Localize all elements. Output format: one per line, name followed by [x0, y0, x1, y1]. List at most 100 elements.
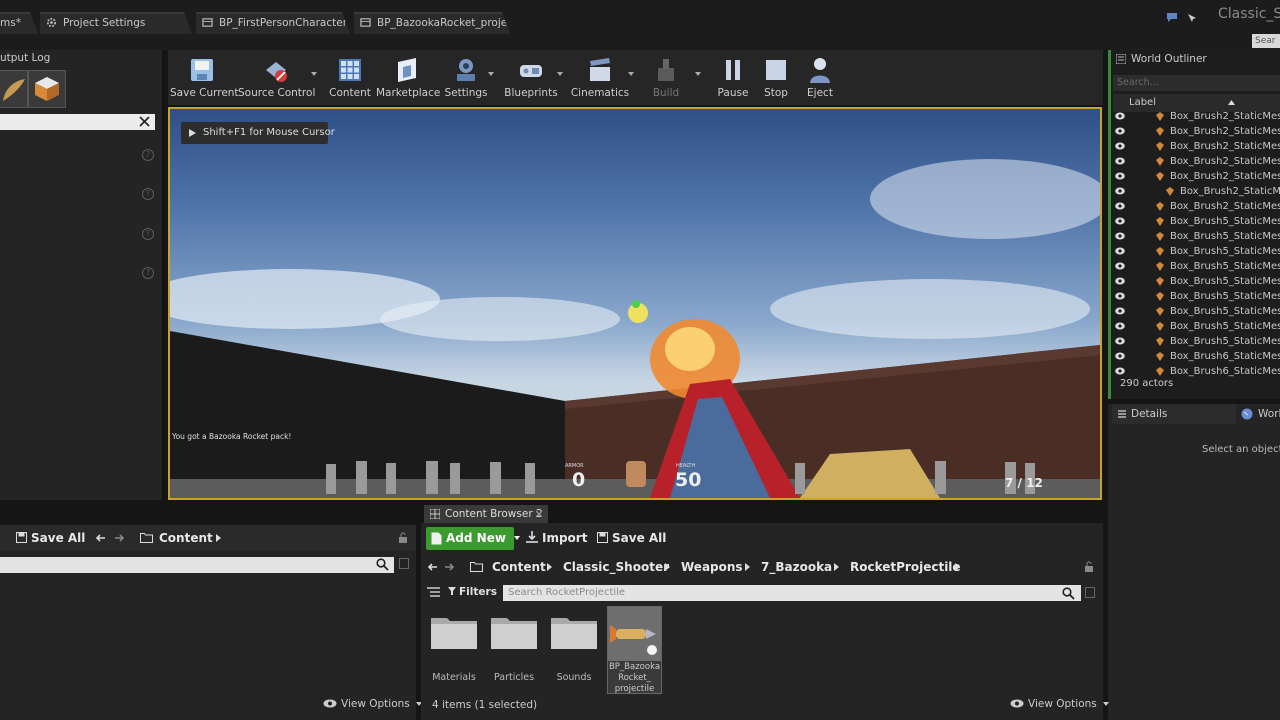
tab-project-settings[interactable]: Project Settings [40, 12, 192, 34]
outliner-row[interactable]: Box_Brush5_StaticMesh [1113, 259, 1280, 274]
save-current-button[interactable]: Save Current [170, 50, 239, 105]
chevron-right-icon[interactable] [547, 563, 552, 571]
help-icon[interactable]: ? [142, 267, 154, 279]
outliner-row[interactable]: Box_Brush6_StaticMesh [1113, 364, 1280, 379]
outliner-row[interactable]: Box_Brush2_StaticMesh [1113, 169, 1280, 184]
settings-button[interactable]: Settings [442, 50, 490, 105]
chevron-down-icon[interactable] [695, 72, 701, 76]
left-search-input[interactable] [0, 114, 155, 130]
visibility-eye-icon[interactable] [1115, 262, 1125, 270]
cinematics-button[interactable]: Cinematics [570, 50, 630, 105]
cb1-save-all-button[interactable]: Save All [16, 531, 85, 545]
forward-arrow-icon[interactable] [114, 533, 124, 543]
outliner-row[interactable]: Box_Brush5_StaticMesh [1113, 274, 1280, 289]
blueprints-button[interactable]: Blueprints [502, 50, 560, 105]
chevron-right-icon[interactable] [665, 563, 670, 571]
chevron-right-icon[interactable] [745, 563, 750, 571]
stop-button[interactable]: Stop [756, 50, 796, 105]
chevron-down-icon[interactable] [557, 72, 563, 76]
lock-icon[interactable] [1084, 561, 1094, 573]
visibility-eye-icon[interactable] [1115, 127, 1125, 135]
chat-icon[interactable] [1166, 12, 1178, 23]
tab-world-outliner[interactable]: World Outliner [1112, 50, 1232, 68]
cb1-breadcrumb-content[interactable]: Content [140, 531, 213, 545]
breadcrumb-weapons[interactable]: Weapons [681, 560, 743, 574]
back-arrow-icon[interactable] [428, 562, 438, 572]
content-button[interactable]: Content [326, 50, 374, 105]
visibility-eye-icon[interactable] [1115, 157, 1125, 165]
visibility-eye-icon[interactable] [1115, 367, 1125, 375]
cb2-view-options-button[interactable]: View Options [1010, 698, 1110, 710]
visibility-eye-icon[interactable] [1115, 307, 1125, 315]
outliner-row[interactable]: Box_Brush2_StaticMesh [1113, 184, 1280, 199]
chevron-down-icon[interactable] [488, 72, 494, 76]
outliner-row[interactable]: Box_Brush2_StaticMesh [1113, 199, 1280, 214]
eject-button[interactable]: Eject [800, 50, 840, 105]
help-icon[interactable]: ? [142, 228, 154, 240]
folder-particles-icon[interactable] [490, 614, 538, 650]
tab-output-log[interactable]: utput Log [0, 52, 92, 68]
lock-icon[interactable] [398, 532, 408, 544]
import-button[interactable]: Import [526, 531, 587, 545]
visibility-eye-icon[interactable] [1115, 217, 1125, 225]
cb1-search-input[interactable] [0, 557, 394, 573]
outliner-row[interactable]: Box_Brush5_StaticMesh [1113, 229, 1280, 244]
outliner-row[interactable]: Box_Brush5_StaticMesh [1113, 244, 1280, 259]
pin-icon[interactable] [1186, 12, 1198, 24]
outliner-row[interactable]: Box_Brush2_StaticMesh [1113, 109, 1280, 124]
breadcrumb-content[interactable]: Content [492, 560, 546, 574]
filters-button[interactable]: Filters [448, 586, 509, 598]
chevron-down-icon[interactable] [311, 72, 317, 76]
game-viewport[interactable] [168, 107, 1102, 500]
visibility-eye-icon[interactable] [1115, 112, 1125, 120]
outliner-row[interactable]: Box_Brush5_StaticMesh [1113, 319, 1280, 334]
visibility-eye-icon[interactable] [1115, 337, 1125, 345]
tab-content-browser-2[interactable]: Content Browser 2 [424, 505, 548, 523]
chevron-down-icon[interactable] [628, 72, 634, 76]
outliner-row[interactable]: Box_Brush6_StaticMesh [1113, 349, 1280, 364]
source-control-button[interactable]: Source Control [238, 50, 315, 105]
forward-arrow-icon[interactable] [444, 562, 454, 572]
visibility-eye-icon[interactable] [1115, 247, 1125, 255]
tab-world-settings[interactable]: World [1238, 404, 1280, 424]
visibility-eye-icon[interactable] [1115, 202, 1125, 210]
chevron-right-icon[interactable] [955, 563, 960, 571]
outliner-row[interactable]: Box_Brush2_StaticMesh [1113, 139, 1280, 154]
outliner-row[interactable]: Box_Brush2_StaticMesh [1113, 154, 1280, 169]
visibility-eye-icon[interactable] [1115, 322, 1125, 330]
mode-thumbnail[interactable] [28, 70, 66, 108]
mode-thumbnail[interactable] [0, 70, 28, 108]
cb2-search-input[interactable]: Search RocketProjectile [503, 585, 1081, 601]
help-icon[interactable]: ? [142, 188, 154, 200]
visibility-eye-icon[interactable] [1115, 352, 1125, 360]
visibility-eye-icon[interactable] [1115, 187, 1125, 195]
back-arrow-icon[interactable] [96, 533, 106, 543]
outliner-row[interactable]: Box_Brush5_StaticMesh [1113, 304, 1280, 319]
build-button[interactable]: Build [642, 50, 690, 105]
outliner-row[interactable]: Box_Brush2_StaticMesh [1113, 124, 1280, 139]
outliner-search-input[interactable]: Search... [1113, 75, 1280, 91]
help-icon[interactable]: ? [142, 149, 154, 161]
tab-bp-bazookarocket[interactable]: BP_BazookaRocket_projec [354, 12, 510, 34]
chevron-right-icon[interactable] [834, 563, 839, 571]
save-search-icon[interactable] [1085, 587, 1095, 598]
folder-materials-icon[interactable] [430, 614, 478, 650]
pause-button[interactable]: Pause [712, 50, 754, 105]
cb1-view-options-button[interactable]: View Options [323, 698, 423, 710]
close-icon[interactable] [139, 116, 150, 127]
tab-bp-firstpersoncharacter[interactable]: BP_FirstPersonCharacter* [196, 12, 350, 34]
outliner-row[interactable]: Box_Brush5_StaticMesh [1113, 334, 1280, 349]
outliner-row[interactable]: Box_Brush5_StaticMesh [1113, 289, 1280, 304]
visibility-eye-icon[interactable] [1115, 172, 1125, 180]
visibility-eye-icon[interactable] [1115, 277, 1125, 285]
help-search-input[interactable]: Sear [1252, 34, 1280, 48]
close-icon[interactable] [536, 511, 542, 517]
breadcrumb-rocketprojectile[interactable]: RocketProjectile [850, 560, 961, 574]
breadcrumb-7-bazooka[interactable]: 7_Bazooka [761, 560, 832, 574]
cb2-save-all-button[interactable]: Save All [597, 531, 666, 545]
visibility-eye-icon[interactable] [1115, 232, 1125, 240]
tab-details[interactable]: Details [1112, 404, 1236, 424]
visibility-eye-icon[interactable] [1115, 142, 1125, 150]
marketplace-button[interactable]: Marketplace [376, 50, 440, 105]
breadcrumb-classic-shooter[interactable]: Classic_Shooter [563, 560, 669, 574]
